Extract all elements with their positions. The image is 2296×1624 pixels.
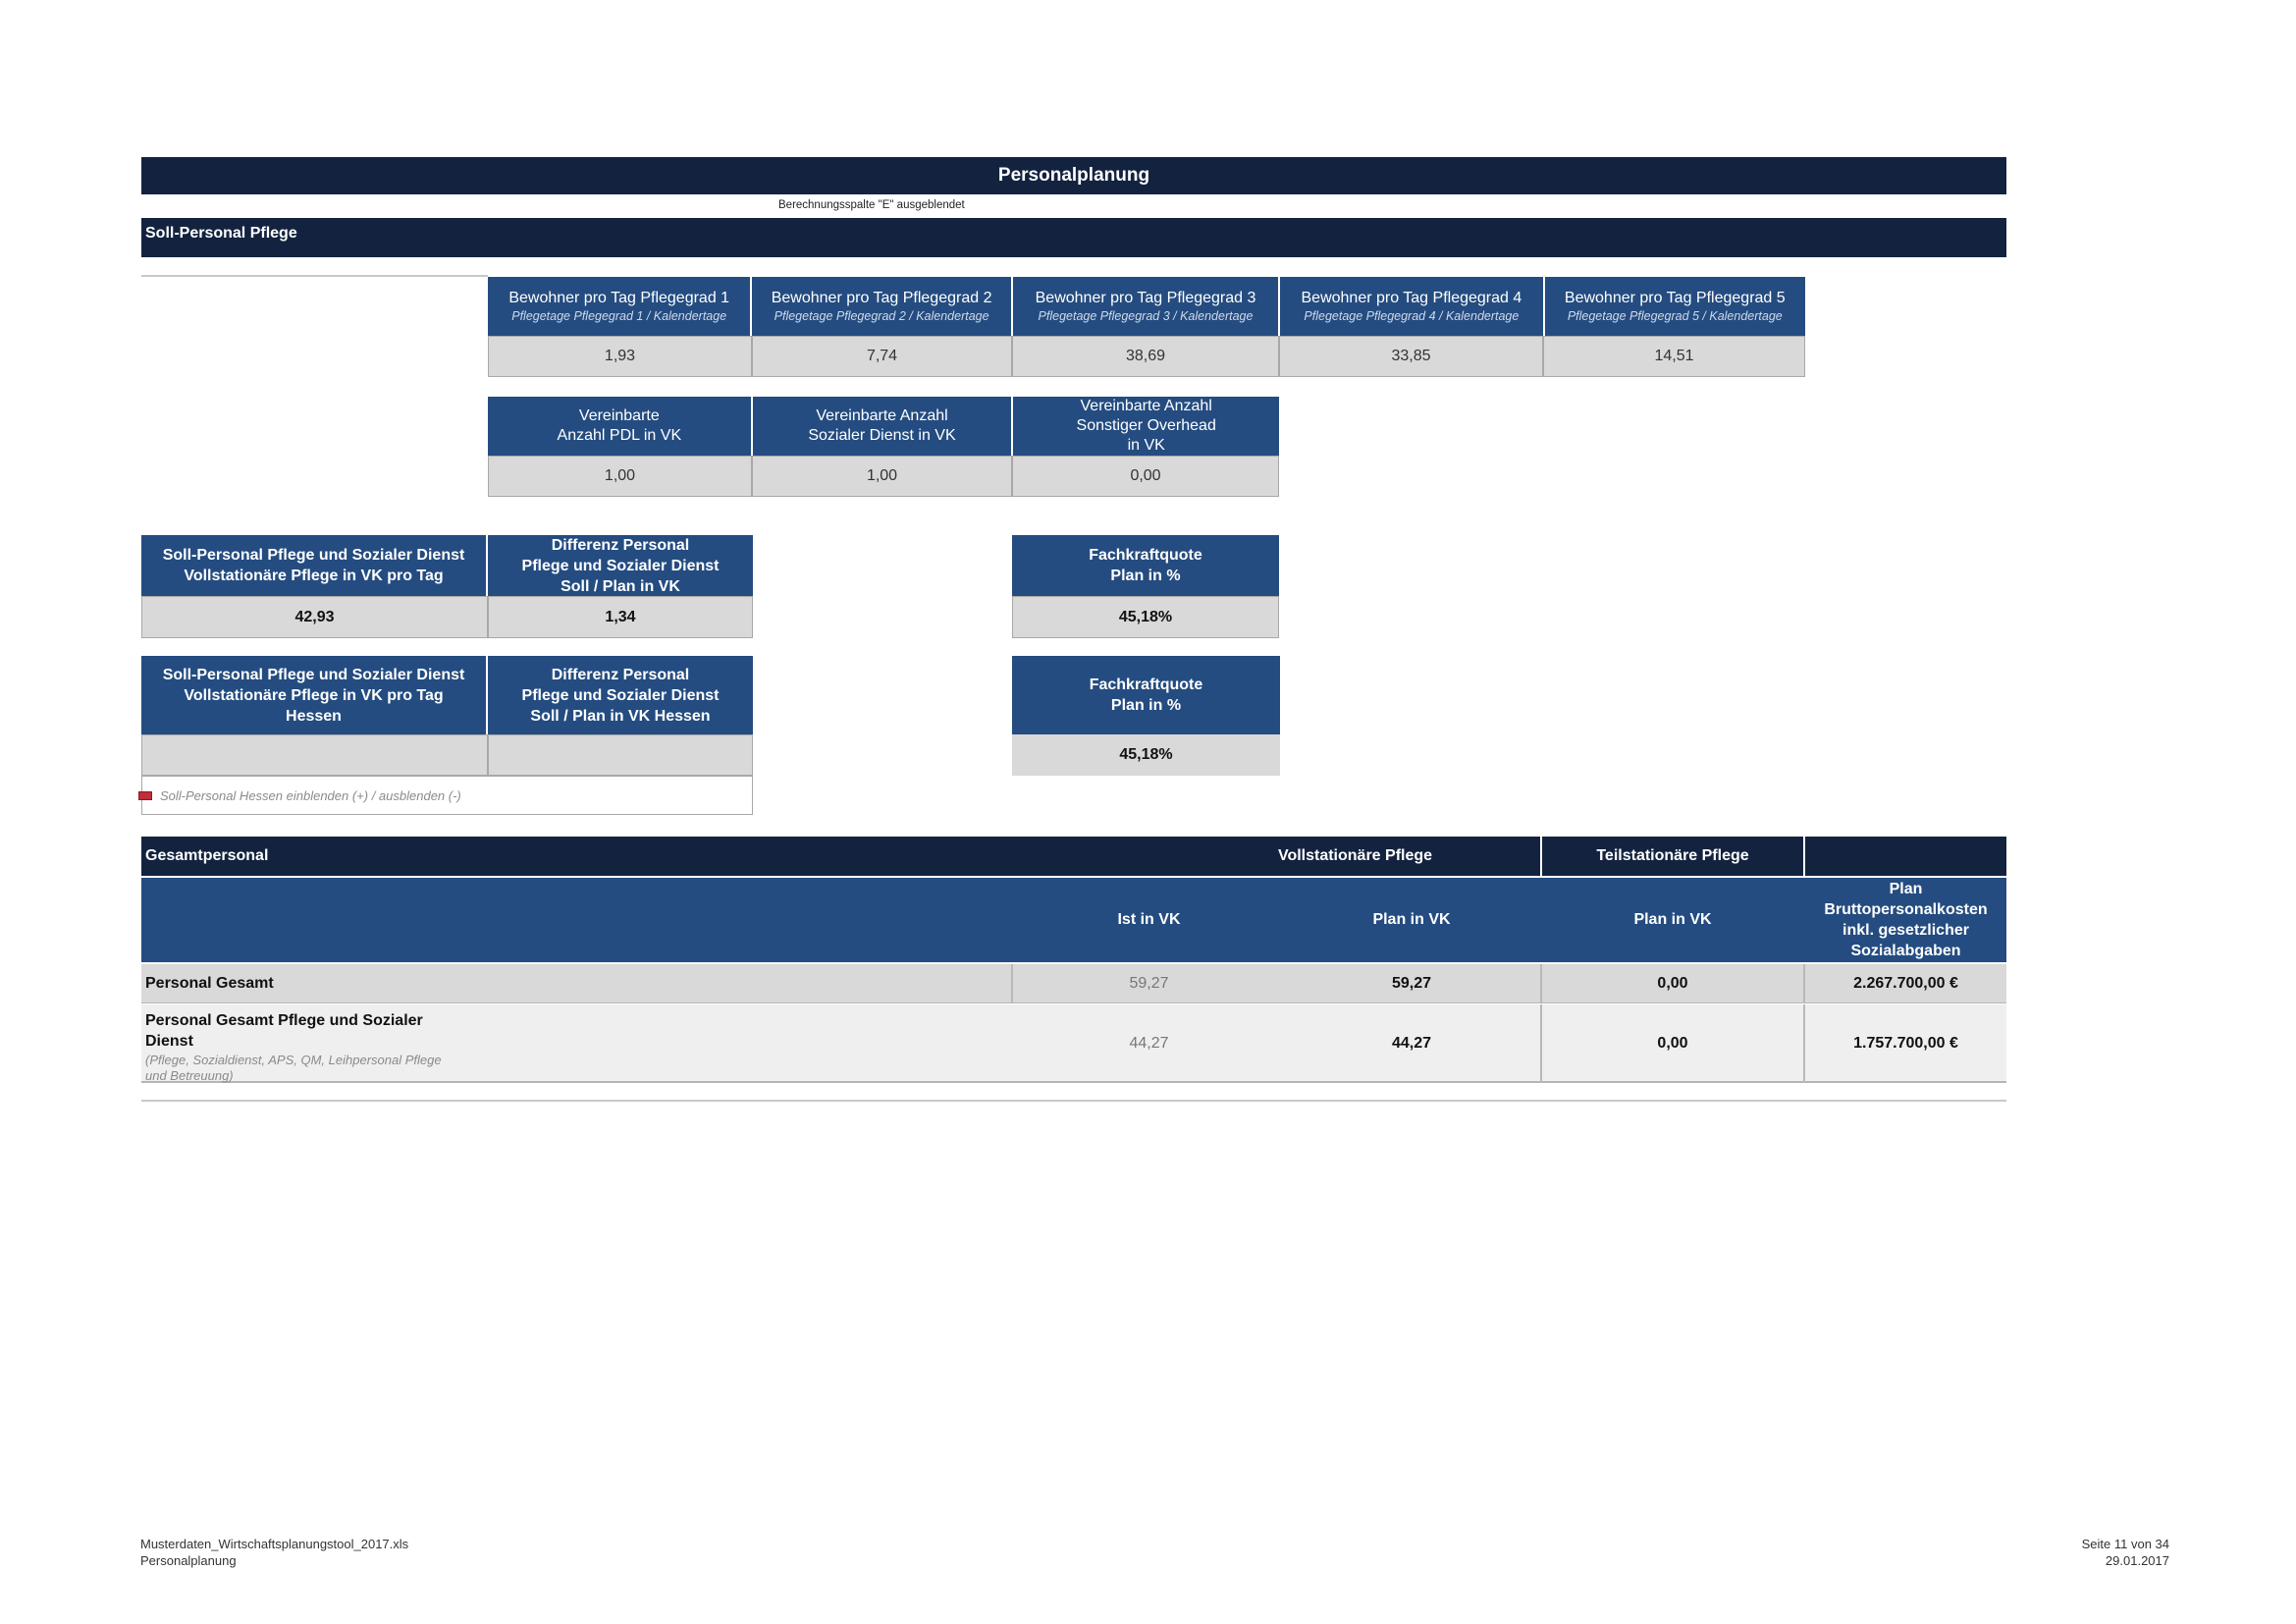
pdl-header: Vereinbarte Anzahl PDL in VK [488, 397, 753, 456]
bottom-divider [141, 1100, 2006, 1102]
row-teil: 0,00 [1657, 975, 1688, 992]
hessen-toggle-row[interactable]: Soll-Personal Hessen einblenden (+) / au… [138, 776, 753, 815]
pflegegrad-4-value: 33,85 [1279, 336, 1543, 377]
fachkraftquote-header: Fachkraftquote Plan in % [1012, 535, 1279, 596]
col-teil-plan-in-vk: Plan in VK [1633, 911, 1712, 928]
overhead-header: Vereinbarte Anzahl Sonstiger Overhead in… [1013, 397, 1280, 456]
differenz-value: 1,34 [488, 596, 753, 638]
hessen-soll-header: Soll-Personal Pflege und Sozialer Dienst… [141, 656, 488, 734]
row-label: Personal Gesamt [145, 975, 274, 992]
row-label: Personal Gesamt Pflege und Sozialer Dien… [145, 1012, 423, 1050]
fachkraftquote-value: 45,18% [1012, 596, 1279, 638]
pflegegrad-2-header: Bewohner pro Tag Pflegegrad 2 Pflegetage … [752, 277, 1013, 336]
row-ist: 59,27 [1129, 975, 1169, 992]
pflegegrad-1-header: Bewohner pro Tag Pflegegrad 1 Pflegetage … [488, 277, 753, 336]
col-ist-in-vk: Ist in VK [1117, 911, 1181, 928]
pflegegrad-4-header: Bewohner pro Tag Pflegegrad 4 Pflegetage … [1280, 277, 1545, 336]
fachkraftquote-block: Fachkraftquote Plan in % 45,18% [1012, 535, 1279, 638]
hessen-fachkraftquote-header: Fachkraftquote Plan in % [1012, 656, 1280, 734]
soll-personal-value: 42,93 [141, 596, 488, 638]
soll-personal-header: Soll-Personal Pflege und Sozialer Dienst… [141, 535, 488, 596]
hessen-soll-value [141, 734, 488, 776]
table-row: Personal Gesamt 59,27 59,27 0,00 2.267.7… [141, 964, 2006, 1003]
pflegegrad-5-header: Bewohner pro Tag Pflegegrad 5 Pflegetage … [1544, 277, 1805, 336]
col-bruttopersonalkosten: Plan Bruttopersonalkosten inkl. gesetzli… [1824, 881, 1988, 959]
col-plan-in-vk: Plan in VK [1372, 911, 1451, 928]
hessen-toggle-text: Soll-Personal Hessen einblenden (+) / au… [160, 787, 461, 803]
collapse-icon[interactable] [138, 790, 152, 800]
footer-sheet: Personalplanung [140, 1553, 237, 1568]
hessen-fachkraftquote-value: 45,18% [1012, 734, 1280, 776]
table-row: Personal Gesamt Pflege und Sozialer Dien… [141, 1004, 2006, 1083]
row-ist: 44,27 [1129, 1035, 1169, 1052]
group-teilstationaer: Teilstationäre Pflege [1596, 847, 1749, 864]
footer-date: 29.01.2017 [2105, 1553, 2169, 1568]
row-kosten: 1.757.700,00 € [1853, 1035, 1958, 1052]
overhead-value: 0,00 [1012, 456, 1279, 497]
pflegegrad-5-value: 14,51 [1543, 336, 1806, 377]
row-kosten: 2.267.700,00 € [1853, 975, 1958, 992]
vereinbart-table: Vereinbarte Anzahl PDL in VK Vereinbarte… [488, 397, 1280, 497]
soll-personal-block: Soll-Personal Pflege und Sozialer Dienst… [141, 535, 753, 638]
calc-column-note: Berechnungsspalte "E" ausgeblendet [778, 199, 965, 211]
hessen-differenz-value [488, 734, 753, 776]
pflegegrad-2-value: 7,74 [752, 336, 1013, 377]
row-teil: 0,00 [1657, 1035, 1688, 1052]
footer-file: Musterdaten_Wirtschaftsplanungstool_2017… [140, 1537, 409, 1551]
divider [141, 275, 488, 277]
page-title: Personalplanung [141, 157, 2006, 194]
sozialer-dienst-value: 1,00 [752, 456, 1013, 497]
hessen-block: Soll-Personal Pflege und Sozialer Dienst… [138, 656, 753, 815]
pflegegrad-3-header: Bewohner pro Tag Pflegegrad 3 Pflegetage … [1012, 277, 1281, 336]
differenz-header: Differenz Personal Pflege und Sozialer D… [488, 535, 753, 596]
pflegegrad-1-value: 1,93 [488, 336, 752, 377]
sozialer-dienst-header: Vereinbarte Anzahl Sozialer Dienst in VK [752, 397, 1014, 456]
pflegegrad-table: Bewohner pro Tag Pflegegrad 1 Pflegetage … [488, 277, 1806, 377]
gesamtpersonal-table: Gesamtpersonal Vollstationäre Pflege Tei… [141, 837, 2006, 1083]
hessen-fachkraftquote-block: Fachkraftquote Plan in % 45,18% [1012, 656, 1280, 776]
row-plan: 44,27 [1391, 1035, 1432, 1052]
row-plan: 59,27 [1391, 975, 1432, 992]
pdl-value: 1,00 [488, 456, 752, 497]
row-sublabel: (Pflege, Sozialdienst, APS, QM, Leihpers… [145, 1053, 442, 1083]
section-title: Soll-Personal Pflege [141, 218, 2006, 257]
footer-page: Seite 11 von 34 [2081, 1537, 2169, 1551]
group-vollstationaer: Vollstationäre Pflege [1277, 847, 1433, 864]
hessen-differenz-header: Differenz Personal Pflege und Sozialer D… [488, 656, 753, 734]
pflegegrad-3-value: 38,69 [1012, 336, 1279, 377]
